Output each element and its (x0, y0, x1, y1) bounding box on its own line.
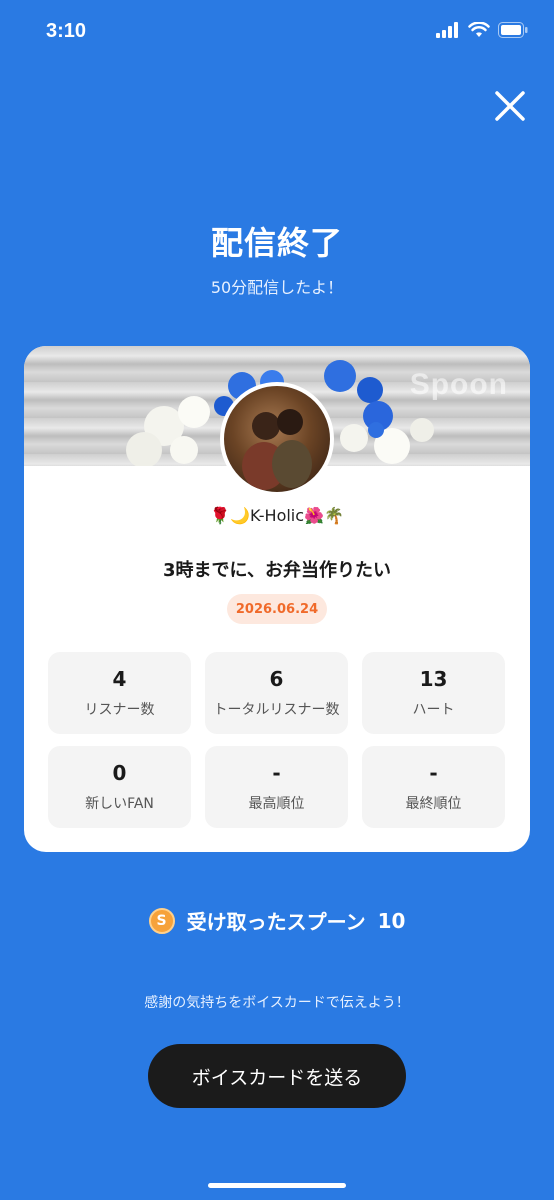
received-spoons: S 受け取ったスプーン 10 (0, 906, 554, 935)
received-spoons-count: 10 (377, 908, 406, 933)
stat-listeners: 4 リスナー数 (48, 652, 191, 734)
spoon-coin-icon: S (148, 907, 175, 934)
stat-new-fans: 0 新しいFAN (48, 746, 191, 828)
status-icons (436, 22, 528, 38)
stat-value: - (429, 761, 438, 785)
send-voice-card-button[interactable]: ボイスカードを送る (148, 1044, 406, 1108)
stat-label: 新しいFAN (85, 796, 154, 812)
status-bar: 3:10 (0, 0, 554, 70)
live-summary-card: Spoon 🌹🌙K-Holic🌺🌴 3時までに、お弁当作りたい 2026.06.… (24, 346, 530, 852)
cellular-signal-icon (436, 22, 458, 38)
status-time: 3:10 (46, 20, 87, 42)
stat-total-listeners: 6 トータルリスナー数 (205, 652, 348, 734)
close-icon[interactable] (492, 88, 528, 124)
stat-label: ハート (412, 702, 455, 718)
stat-label: 最終順位 (405, 796, 462, 812)
thanks-message: 感謝の気持ちをボイスカードで伝えよう！ (144, 995, 410, 1011)
stat-label: 最高順位 (248, 796, 305, 812)
live-title: 3時までに、お弁当作りたい (163, 560, 391, 581)
battery-icon (498, 22, 528, 38)
wifi-icon (468, 22, 490, 37)
avatar[interactable] (220, 382, 334, 496)
home-indicator (208, 1183, 346, 1188)
stat-label: リスナー数 (84, 702, 155, 718)
stat-value: 0 (112, 761, 127, 785)
stat-value: 4 (112, 667, 127, 691)
stat-label: トータルリスナー数 (213, 702, 340, 718)
date-badge: 2026.06.24 (227, 594, 327, 624)
stats-grid: 4 リスナー数 6 トータルリスナー数 13 ハート 0 新しいFAN - 最高… (48, 652, 506, 828)
avatar-photo (242, 409, 312, 490)
stat-value: 13 (419, 667, 448, 691)
received-spoons-label: 受け取ったスプーン (186, 910, 366, 934)
stat-hearts: 13 ハート (362, 652, 505, 734)
streamer-name: 🌹🌙K-Holic🌺🌴 (210, 506, 344, 525)
stat-final-rank: - 最終順位 (362, 746, 505, 828)
stat-value: 6 (269, 667, 284, 691)
stat-best-rank: - 最高順位 (205, 746, 348, 828)
spoon-watermark: Spoon (409, 368, 508, 401)
stat-value: - (272, 761, 281, 785)
page-subtitle: 50分配信したよ！ (210, 278, 344, 297)
page-title: 配信終了 (210, 224, 343, 262)
